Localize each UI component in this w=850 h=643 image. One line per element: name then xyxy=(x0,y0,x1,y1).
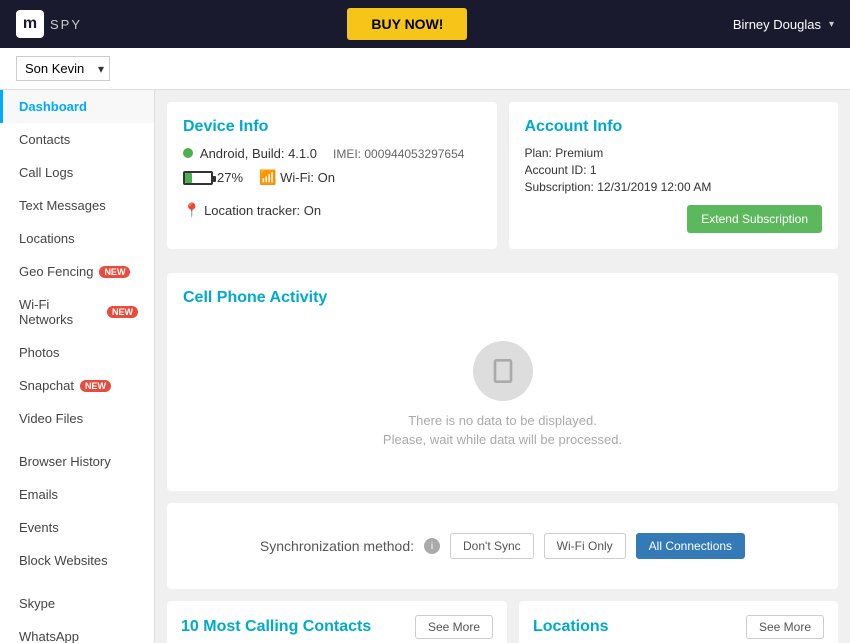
device-select[interactable]: Son Kevin xyxy=(16,56,110,81)
locations-header: Locations See More xyxy=(533,615,824,639)
sidebar-item-events[interactable]: Events xyxy=(0,511,154,544)
sidebar-label-call-logs: Call Logs xyxy=(19,165,73,180)
sidebar-item-contacts[interactable]: Contacts xyxy=(0,123,154,156)
battery-indicator: 27% xyxy=(183,170,243,185)
buy-now-button[interactable]: BUY NOW! xyxy=(347,8,467,40)
content-area: Device Info Android, Build: 4.1.0 IMEI: … xyxy=(155,90,850,643)
account-plan-row: Plan: Premium xyxy=(525,146,823,160)
main-layout: Dashboard Contacts Call Logs Text Messag… xyxy=(0,90,850,643)
sync-dont-sync-button[interactable]: Don't Sync xyxy=(450,533,534,559)
cell-activity-title: Cell Phone Activity xyxy=(183,289,822,307)
account-info-card: Account Info Plan: Premium Account ID: 1… xyxy=(509,102,839,249)
sidebar-item-call-logs[interactable]: Call Logs xyxy=(0,156,154,189)
sidebar-label-photos: Photos xyxy=(19,345,59,360)
account-sub-row: Subscription: 12/31/2019 12:00 AM xyxy=(525,180,823,194)
sidebar-item-block-websites[interactable]: Block Websites xyxy=(0,544,154,577)
extend-subscription-button[interactable]: Extend Subscription xyxy=(687,205,822,233)
sidebar-item-text-messages[interactable]: Text Messages xyxy=(0,189,154,222)
sidebar-item-snapchat[interactable]: Snapchat NEW xyxy=(0,369,154,402)
sidebar-label-events: Events xyxy=(19,520,59,535)
geo-fencing-badge: NEW xyxy=(99,266,130,278)
sidebar-label-video-files: Video Files xyxy=(19,411,83,426)
sidebar-label-locations: Locations xyxy=(19,231,75,246)
user-menu[interactable]: Birney Douglas ▾ xyxy=(733,17,834,32)
sync-method-card: Synchronization method: i Don't Sync Wi-… xyxy=(167,503,838,589)
header: m SPY BUY NOW! Birney Douglas ▾ xyxy=(0,0,850,48)
sidebar-divider-2 xyxy=(0,577,154,587)
sidebar-label-whatsapp: WhatsApp xyxy=(19,629,79,643)
sidebar-label-emails: Emails xyxy=(19,487,58,502)
no-data-text: There is no data to be displayed. xyxy=(199,413,806,428)
sidebar-label-skype: Skype xyxy=(19,596,55,611)
sidebar-item-dashboard[interactable]: Dashboard xyxy=(0,90,154,123)
android-dot-icon xyxy=(183,148,193,158)
account-info-content: Plan: Premium Account ID: 1 Subscription… xyxy=(525,146,823,233)
sidebar-label-wifi-networks: Wi-Fi Networks xyxy=(19,297,101,327)
sync-info-icon[interactable]: i xyxy=(424,538,440,554)
spy-label: SPY xyxy=(50,17,82,32)
sidebar-item-skype[interactable]: Skype xyxy=(0,587,154,620)
battery-pct: 27% xyxy=(217,170,243,185)
wifi-status: 📶 Wi-Fi: On xyxy=(259,169,335,186)
contacts-see-more-button[interactable]: See More xyxy=(415,615,493,639)
sidebar-label-snapchat: Snapchat xyxy=(19,378,74,393)
sidebar-item-emails[interactable]: Emails xyxy=(0,478,154,511)
sync-wifi-only-button[interactable]: Wi-Fi Only xyxy=(544,533,626,559)
locations-see-more-button[interactable]: See More xyxy=(746,615,824,639)
wifi-icon: 📶 xyxy=(259,169,276,185)
sync-method-row: Synchronization method: i Don't Sync Wi-… xyxy=(183,519,822,573)
contacts-header: 10 Most Calling Contacts See More xyxy=(181,615,493,639)
sidebar-item-video-files[interactable]: Video Files xyxy=(0,402,154,435)
device-selector-wrap: Son Kevin xyxy=(16,56,110,81)
device-status-row: 27% 📶 Wi-Fi: On 📍 Location tracker: On xyxy=(183,169,481,219)
phone-icon xyxy=(473,341,533,401)
sidebar-label-block-websites: Block Websites xyxy=(19,553,108,568)
location-status: 📍 Location tracker: On xyxy=(183,202,321,219)
battery-fill xyxy=(185,173,192,183)
user-name: Birney Douglas xyxy=(733,17,821,32)
device-bar: Son Kevin xyxy=(0,48,850,90)
cell-activity-body: There is no data to be displayed. Please… xyxy=(183,317,822,475)
account-id-row: Account ID: 1 xyxy=(525,163,823,177)
sidebar-label-browser-history: Browser History xyxy=(19,454,111,469)
cell-activity-card: Cell Phone Activity There is no data to … xyxy=(167,273,838,491)
sidebar-item-whatsapp[interactable]: WhatsApp xyxy=(0,620,154,643)
sidebar: Dashboard Contacts Call Logs Text Messag… xyxy=(0,90,155,643)
device-info-card: Device Info Android, Build: 4.1.0 IMEI: … xyxy=(167,102,497,249)
locations-title: Locations xyxy=(533,618,609,636)
user-dropdown-arrow: ▾ xyxy=(829,19,834,30)
sidebar-item-browser-history[interactable]: Browser History xyxy=(0,445,154,478)
device-imei: IMEI: 000944053297654 xyxy=(333,147,464,161)
account-info-title: Account Info xyxy=(525,118,823,136)
sidebar-label-dashboard: Dashboard xyxy=(19,99,87,114)
sidebar-item-locations[interactable]: Locations xyxy=(0,222,154,255)
sidebar-item-wifi-networks[interactable]: Wi-Fi Networks NEW xyxy=(0,288,154,336)
sidebar-label-contacts: Contacts xyxy=(19,132,70,147)
device-info-row: Android, Build: 4.1.0 IMEI: 000944053297… xyxy=(183,146,481,161)
wifi-networks-badge: NEW xyxy=(107,306,138,318)
device-os: Android, Build: 4.1.0 xyxy=(183,146,317,161)
contacts-title: 10 Most Calling Contacts xyxy=(181,618,371,636)
sidebar-label-text-messages: Text Messages xyxy=(19,198,106,213)
sync-label: Synchronization method: xyxy=(260,538,414,554)
wait-msg-text: Please, wait while data will be processe… xyxy=(199,432,806,447)
battery-icon xyxy=(183,171,213,185)
logo: m SPY xyxy=(16,10,82,38)
sidebar-label-geo-fencing: Geo Fencing xyxy=(19,264,93,279)
device-info-title: Device Info xyxy=(183,118,481,136)
logo-icon: m xyxy=(16,10,44,38)
sidebar-divider-1 xyxy=(0,435,154,445)
sidebar-item-photos[interactable]: Photos xyxy=(0,336,154,369)
sync-all-connections-button[interactable]: All Connections xyxy=(636,533,745,559)
snapchat-badge: NEW xyxy=(80,380,111,392)
sidebar-item-geo-fencing[interactable]: Geo Fencing NEW xyxy=(0,255,154,288)
location-pin-icon: 📍 xyxy=(183,202,200,218)
top-cards-row: Device Info Android, Build: 4.1.0 IMEI: … xyxy=(167,102,838,261)
